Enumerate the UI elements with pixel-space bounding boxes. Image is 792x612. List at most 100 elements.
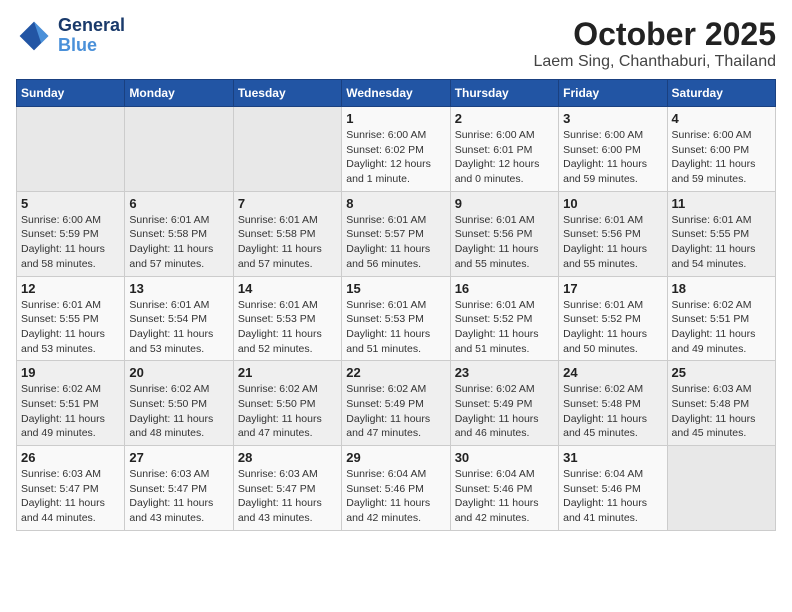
calendar-cell bbox=[17, 107, 125, 192]
calendar-cell: 9 Sunrise: 6:01 AM Sunset: 5:56 PM Daylig… bbox=[450, 191, 558, 276]
calendar-cell: 22Sunrise: 6:02 AM Sunset: 5:49 PM Dayli… bbox=[342, 361, 450, 446]
day-number: 16 bbox=[455, 281, 554, 296]
calendar-cell: 27 Sunrise: 6:03 AM Sunset: 5:47 PM Dayli… bbox=[125, 446, 233, 531]
calendar-cell: 25 Sunrise: 6:03 AM Sunset: 5:48 PM Dayli… bbox=[667, 361, 775, 446]
logo-icon bbox=[16, 18, 52, 54]
day-number: 12 bbox=[21, 281, 120, 296]
day-number: 19 bbox=[21, 365, 120, 380]
weekday-header: Wednesday bbox=[342, 80, 450, 107]
calendar-cell: 28 Sunrise: 6:03 AM Sunset: 5:47 PM Dayli… bbox=[233, 446, 341, 531]
calendar-cell: 13 Sunrise: 6:01 AM Sunset: 5:54 PM Dayli… bbox=[125, 276, 233, 361]
day-info: Sunrise: 6:02 AM Sunset: 5:50 PM Dayligh… bbox=[129, 382, 228, 441]
location: Laem Sing, Chanthaburi, Thailand bbox=[533, 53, 776, 71]
day-number: 10 bbox=[563, 196, 662, 211]
day-info: Sunrise: 6:03 AM Sunset: 5:47 PM Dayligh… bbox=[21, 467, 120, 526]
day-info: Sunrise: 6:01 AM Sunset: 5:55 PM Dayligh… bbox=[672, 213, 771, 272]
day-info: Sunrise: 6:01 AM Sunset: 5:58 PM Dayligh… bbox=[129, 213, 228, 272]
day-number: 9 bbox=[455, 196, 554, 211]
day-info: Sunrise: 6:03 AM Sunset: 5:47 PM Dayligh… bbox=[238, 467, 337, 526]
day-info: Sunrise: 6:01 AM Sunset: 5:55 PM Dayligh… bbox=[21, 298, 120, 357]
day-number: 29 bbox=[346, 450, 445, 465]
calendar-cell bbox=[667, 446, 775, 531]
day-number: 11 bbox=[672, 196, 771, 211]
calendar-cell: 26 Sunrise: 6:03 AM Sunset: 5:47 PM Dayli… bbox=[17, 446, 125, 531]
calendar-cell: 7 Sunrise: 6:01 AM Sunset: 5:58 PM Daylig… bbox=[233, 191, 341, 276]
weekday-header: Thursday bbox=[450, 80, 558, 107]
weekday-header: Sunday bbox=[17, 80, 125, 107]
day-number: 24 bbox=[563, 365, 662, 380]
day-number: 8 bbox=[346, 196, 445, 211]
day-info: Sunrise: 6:00 AM Sunset: 6:00 PM Dayligh… bbox=[563, 128, 662, 187]
calendar-cell: 11 Sunrise: 6:01 AM Sunset: 5:55 PM Dayli… bbox=[667, 191, 775, 276]
day-info: Sunrise: 6:03 AM Sunset: 5:48 PM Dayligh… bbox=[672, 382, 771, 441]
calendar-cell: 6 Sunrise: 6:01 AM Sunset: 5:58 PM Daylig… bbox=[125, 191, 233, 276]
weekday-row: SundayMondayTuesdayWednesdayThursdayFrid… bbox=[17, 80, 776, 107]
day-number: 20 bbox=[129, 365, 228, 380]
logo-line1: General bbox=[58, 16, 125, 36]
day-info: Sunrise: 6:02 AM Sunset: 5:50 PM Dayligh… bbox=[238, 382, 337, 441]
day-number: 30 bbox=[455, 450, 554, 465]
day-number: 28 bbox=[238, 450, 337, 465]
calendar-cell: 8 Sunrise: 6:01 AM Sunset: 5:57 PM Daylig… bbox=[342, 191, 450, 276]
day-info: Sunrise: 6:04 AM Sunset: 5:46 PM Dayligh… bbox=[346, 467, 445, 526]
calendar-cell bbox=[233, 107, 341, 192]
day-info: Sunrise: 6:03 AM Sunset: 5:47 PM Dayligh… bbox=[129, 467, 228, 526]
calendar-cell: 14Sunrise: 6:01 AM Sunset: 5:53 PM Dayli… bbox=[233, 276, 341, 361]
day-number: 6 bbox=[129, 196, 228, 211]
weekday-header: Friday bbox=[559, 80, 667, 107]
calendar-cell: 23Sunrise: 6:02 AM Sunset: 5:49 PM Dayli… bbox=[450, 361, 558, 446]
calendar-week-row: 12 Sunrise: 6:01 AM Sunset: 5:55 PM Dayli… bbox=[17, 276, 776, 361]
logo: General Blue bbox=[16, 16, 125, 56]
day-number: 5 bbox=[21, 196, 120, 211]
day-info: Sunrise: 6:01 AM Sunset: 5:56 PM Dayligh… bbox=[455, 213, 554, 272]
day-number: 31 bbox=[563, 450, 662, 465]
day-number: 25 bbox=[672, 365, 771, 380]
day-number: 26 bbox=[21, 450, 120, 465]
day-number: 27 bbox=[129, 450, 228, 465]
day-info: Sunrise: 6:00 AM Sunset: 6:00 PM Dayligh… bbox=[672, 128, 771, 187]
calendar-cell: 21 Sunrise: 6:02 AM Sunset: 5:50 PM Dayli… bbox=[233, 361, 341, 446]
calendar-week-row: 1 Sunrise: 6:00 AM Sunset: 6:02 PM Daylig… bbox=[17, 107, 776, 192]
day-number: 7 bbox=[238, 196, 337, 211]
day-number: 1 bbox=[346, 111, 445, 126]
title-block: October 2025 Laem Sing, Chanthaburi, Tha… bbox=[533, 16, 776, 71]
calendar-cell: 31 Sunrise: 6:04 AM Sunset: 5:46 PM Dayli… bbox=[559, 446, 667, 531]
logo-text: General Blue bbox=[58, 16, 125, 56]
day-info: Sunrise: 6:01 AM Sunset: 5:52 PM Dayligh… bbox=[455, 298, 554, 357]
calendar-cell: 4Sunrise: 6:00 AM Sunset: 6:00 PM Daylig… bbox=[667, 107, 775, 192]
weekday-header: Monday bbox=[125, 80, 233, 107]
page-header: General Blue October 2025 Laem Sing, Cha… bbox=[16, 16, 776, 71]
day-info: Sunrise: 6:01 AM Sunset: 5:54 PM Dayligh… bbox=[129, 298, 228, 357]
day-info: Sunrise: 6:02 AM Sunset: 5:49 PM Dayligh… bbox=[346, 382, 445, 441]
calendar-cell: 18Sunrise: 6:02 AM Sunset: 5:51 PM Dayli… bbox=[667, 276, 775, 361]
calendar-cell: 15 Sunrise: 6:01 AM Sunset: 5:53 PM Dayli… bbox=[342, 276, 450, 361]
day-info: Sunrise: 6:00 AM Sunset: 6:01 PM Dayligh… bbox=[455, 128, 554, 187]
calendar-cell: 10 Sunrise: 6:01 AM Sunset: 5:56 PM Dayli… bbox=[559, 191, 667, 276]
day-number: 15 bbox=[346, 281, 445, 296]
day-info: Sunrise: 6:01 AM Sunset: 5:53 PM Dayligh… bbox=[346, 298, 445, 357]
day-number: 23 bbox=[455, 365, 554, 380]
weekday-header: Tuesday bbox=[233, 80, 341, 107]
calendar-cell: 19 Sunrise: 6:02 AM Sunset: 5:51 PM Dayli… bbox=[17, 361, 125, 446]
calendar-cell: 1 Sunrise: 6:00 AM Sunset: 6:02 PM Daylig… bbox=[342, 107, 450, 192]
day-info: Sunrise: 6:01 AM Sunset: 5:53 PM Dayligh… bbox=[238, 298, 337, 357]
calendar-body: 1 Sunrise: 6:00 AM Sunset: 6:02 PM Daylig… bbox=[17, 107, 776, 531]
day-info: Sunrise: 6:01 AM Sunset: 5:56 PM Dayligh… bbox=[563, 213, 662, 272]
day-info: Sunrise: 6:00 AM Sunset: 6:02 PM Dayligh… bbox=[346, 128, 445, 187]
day-info: Sunrise: 6:04 AM Sunset: 5:46 PM Dayligh… bbox=[563, 467, 662, 526]
month-title: October 2025 bbox=[533, 16, 776, 53]
day-number: 13 bbox=[129, 281, 228, 296]
calendar-cell: 20 Sunrise: 6:02 AM Sunset: 5:50 PM Dayli… bbox=[125, 361, 233, 446]
day-info: Sunrise: 6:01 AM Sunset: 5:57 PM Dayligh… bbox=[346, 213, 445, 272]
weekday-header: Saturday bbox=[667, 80, 775, 107]
calendar-cell: 30Sunrise: 6:04 AM Sunset: 5:46 PM Dayli… bbox=[450, 446, 558, 531]
day-number: 18 bbox=[672, 281, 771, 296]
calendar-cell: 24Sunrise: 6:02 AM Sunset: 5:48 PM Dayli… bbox=[559, 361, 667, 446]
calendar-cell bbox=[125, 107, 233, 192]
day-info: Sunrise: 6:02 AM Sunset: 5:51 PM Dayligh… bbox=[21, 382, 120, 441]
day-number: 21 bbox=[238, 365, 337, 380]
day-info: Sunrise: 6:01 AM Sunset: 5:58 PM Dayligh… bbox=[238, 213, 337, 272]
calendar-cell: 17Sunrise: 6:01 AM Sunset: 5:52 PM Dayli… bbox=[559, 276, 667, 361]
calendar-week-row: 26 Sunrise: 6:03 AM Sunset: 5:47 PM Dayli… bbox=[17, 446, 776, 531]
logo-line2: Blue bbox=[58, 36, 125, 56]
